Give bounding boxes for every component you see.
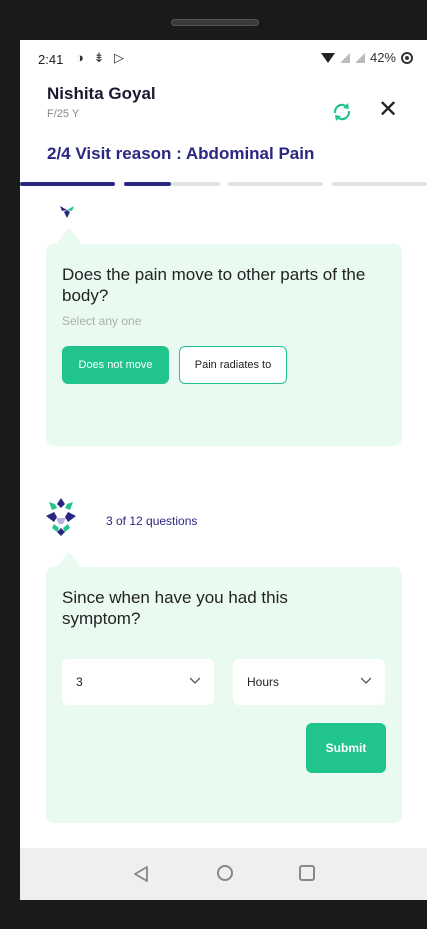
question-text: Since when have you had this symptom? xyxy=(62,588,288,628)
android-nav-bar xyxy=(20,848,427,900)
patient-info: F/25 Y xyxy=(47,108,80,120)
card-pointer xyxy=(56,552,82,568)
status-right-icons: 42% xyxy=(320,50,413,65)
status-time: 2:41 xyxy=(38,52,64,67)
status-bar: 2:41 ◑ ⇟ ▷ 42% xyxy=(20,40,427,76)
question-card-pain-movement: Does the pain move to other parts of the… xyxy=(46,244,402,446)
option-pain-radiates-button[interactable]: Pain radiates to xyxy=(179,346,287,384)
battery-icon xyxy=(401,51,413,64)
duration-number-select[interactable]: 3 xyxy=(62,659,214,705)
phone-bottom-bezel xyxy=(0,900,427,929)
chevron-down-icon xyxy=(190,677,200,684)
brand-logo-icon xyxy=(46,498,76,536)
option-does-not-move-button[interactable]: Does not move xyxy=(62,346,169,384)
wifi-icon xyxy=(320,52,335,63)
refresh-icon[interactable] xyxy=(330,100,354,124)
duration-unit-select[interactable]: Hours xyxy=(233,659,385,705)
visit-reason-title: 2/4 Visit reason : Abdominal Pain xyxy=(47,144,315,163)
home-icon[interactable] xyxy=(217,865,233,881)
signal-icon xyxy=(339,52,350,63)
duration-unit-value: Hours xyxy=(247,675,280,689)
phone-left-bezel xyxy=(0,40,20,900)
question-counter: 3 of 12 questions xyxy=(106,514,198,528)
app-screen: 2:41 ◑ ⇟ ▷ 42% Nishita Goyal F/25 Y ✕ 2/… xyxy=(20,40,427,900)
close-icon[interactable]: ✕ xyxy=(376,98,400,122)
question-hint: Select any one xyxy=(62,314,142,328)
recents-icon[interactable] xyxy=(299,865,315,881)
back-icon[interactable] xyxy=(132,865,150,883)
patient-header: Nishita Goyal F/25 Y ✕ 2/4 Visit reason … xyxy=(20,76,427,184)
chat-content: Does the pain move to other parts of the… xyxy=(20,186,427,848)
question-text: Does the pain move to other parts of the… xyxy=(62,265,366,305)
earpiece-speaker xyxy=(171,19,259,26)
phone-top-bezel xyxy=(0,0,427,40)
duration-number-value: 3 xyxy=(76,675,83,689)
brand-mini-icon xyxy=(60,206,74,218)
chevron-down-icon xyxy=(361,677,371,684)
card-pointer xyxy=(56,228,82,244)
submit-button[interactable]: Submit xyxy=(306,723,386,773)
question-card-symptom-duration: Since when have you had this symptom? 3 … xyxy=(46,567,402,823)
signal-icon-2 xyxy=(354,52,365,63)
status-notification-icons: ◑ ⇟ ▷ xyxy=(76,50,127,65)
battery-percent: 42% xyxy=(369,50,396,65)
patient-name: Nishita Goyal xyxy=(47,84,156,103)
